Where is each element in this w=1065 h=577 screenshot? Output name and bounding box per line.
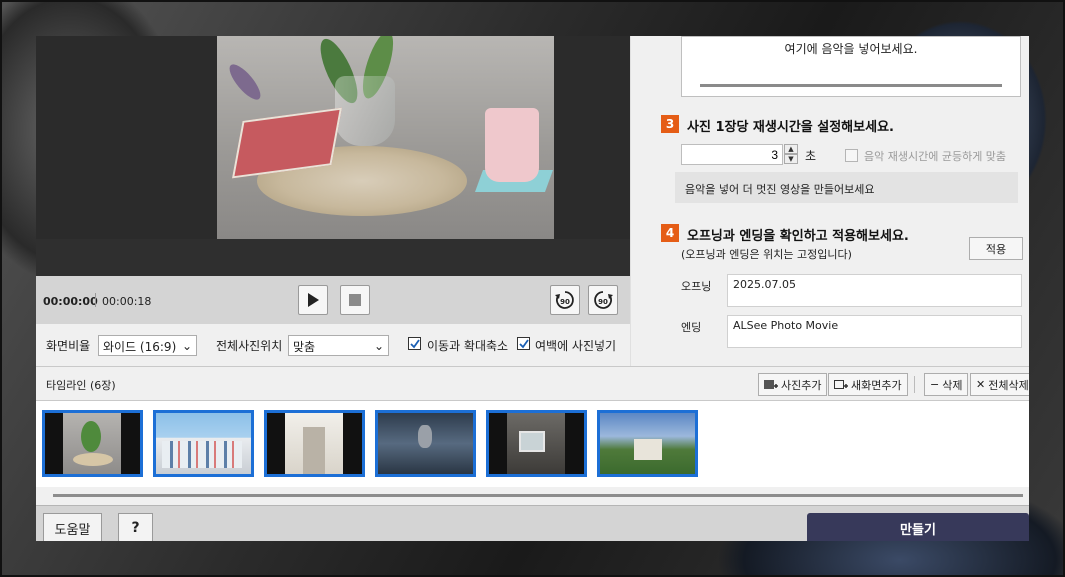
current-time: 00:00:00	[43, 295, 98, 308]
minus-icon: −	[930, 378, 940, 391]
aspect-ratio-select[interactable]: 와이드 (16:9) ⌄	[98, 335, 197, 356]
timeline-thumbnail[interactable]	[153, 410, 254, 477]
opening-ending-note: (오프닝과 엔딩은 위치는 고정입니다)	[681, 248, 852, 261]
ending-label: 엔딩	[681, 321, 702, 334]
play-icon	[308, 293, 319, 307]
photo-movie-window: 00:00:00 00:00:18 90 90 화면비율 와이드 (16:9) …	[36, 36, 1029, 541]
screen-border-top	[0, 0, 1065, 2]
step-3-badge: 3	[661, 115, 679, 133]
checkmark-icon	[409, 338, 420, 348]
checkmark-icon	[518, 338, 529, 348]
sync-music-checkbox[interactable]	[845, 149, 858, 162]
step-3-title: 사진 1장당 재생시간을 설정해보세요.	[687, 120, 894, 135]
photo-position-select[interactable]: 맞춤 ⌄	[288, 335, 389, 356]
display-options: 화면비율 와이드 (16:9) ⌄ 전체사진위치 맞춤 ⌄ 이동과 확대축소 여…	[36, 324, 630, 366]
stop-icon	[349, 294, 361, 306]
step-4-title: 오프닝과 엔딩을 확인하고 적용해보세요.	[687, 229, 909, 244]
timeline-thumbnail[interactable]	[375, 410, 476, 477]
glass-vase	[335, 76, 395, 146]
photo-position-label: 전체사진위치	[216, 339, 283, 353]
time-separator	[95, 293, 96, 307]
ending-field[interactable]: ALSee Photo Movie	[727, 315, 1022, 348]
help-button[interactable]: 도움말	[43, 513, 102, 541]
duration-decrease-button[interactable]: ▼	[784, 154, 798, 164]
timeline-thumbnail[interactable]	[486, 410, 587, 477]
add-photo-label: 사진추가	[781, 378, 822, 392]
sync-music-label: 음악 재생시간에 균등하게 맞춤	[864, 150, 1007, 163]
timeline-scroll-thumb[interactable]	[53, 494, 1023, 497]
delete-button[interactable]: − 삭제	[924, 373, 969, 396]
delete-all-button[interactable]: ✕ 전체삭제	[970, 373, 1029, 396]
duration-increase-button[interactable]: ▲	[784, 144, 798, 154]
plant-leaf	[224, 60, 266, 104]
timeline-strip	[36, 401, 1029, 487]
motion-zoom-checkbox[interactable]	[408, 337, 421, 350]
add-scene-icon	[834, 379, 848, 389]
close-icon: ✕	[976, 378, 986, 391]
settings-panel: 여기에 음악을 넣어보세요. 3 사진 1장당 재생시간을 설정해보세요. ▲ …	[630, 36, 1029, 366]
stop-button[interactable]	[340, 285, 370, 315]
fill-margin-label: 여백에 사진넣기	[535, 339, 617, 353]
chevron-down-icon: ⌄	[181, 339, 192, 353]
video-preview	[36, 36, 630, 276]
total-time: 00:00:18	[102, 295, 152, 308]
timeline-thumbnail[interactable]	[597, 410, 698, 477]
svg-text:90: 90	[560, 298, 570, 306]
motion-zoom-label: 이동과 확대축소	[427, 339, 509, 353]
step-4-badge: 4	[661, 224, 679, 242]
rotate-right-90-icon: 90	[594, 291, 613, 309]
add-photo-icon	[764, 379, 778, 389]
timeline-title: 타임라인 (6장)	[46, 379, 116, 392]
chevron-down-icon: ⌄	[373, 339, 384, 353]
add-scene-label: 새화면추가	[851, 378, 902, 392]
screen-border-left	[0, 0, 2, 577]
seconds-unit-label: 초	[805, 149, 817, 163]
toolbar-divider	[914, 376, 915, 393]
make-button[interactable]: 만들기	[807, 513, 1029, 541]
timeline-thumbnail[interactable]	[264, 410, 365, 477]
photo-position-value: 맞춤	[293, 340, 316, 354]
duration-input[interactable]	[681, 144, 783, 165]
playback-bar: 00:00:00 00:00:18 90 90	[36, 276, 630, 324]
music-scrollbar[interactable]	[700, 84, 1002, 87]
apply-button[interactable]: 적용	[969, 237, 1023, 260]
footer-bar: 도움말 ? 만들기	[36, 505, 1029, 541]
svg-text:90: 90	[598, 298, 608, 306]
rotate-right-button[interactable]: 90	[588, 285, 618, 315]
question-button[interactable]: ?	[118, 513, 153, 541]
timeline-scrollbar[interactable]	[36, 487, 1029, 505]
timeline-thumbnail[interactable]	[42, 410, 143, 477]
music-hint-text: 여기에 음악을 넣어보세요.	[784, 42, 918, 56]
play-button[interactable]	[298, 285, 328, 315]
preview-image	[217, 36, 554, 239]
music-drop-area[interactable]: 여기에 음악을 넣어보세요.	[681, 36, 1021, 97]
opening-field[interactable]: 2025.07.05	[727, 274, 1022, 307]
add-photo-button[interactable]: 사진추가	[758, 373, 828, 396]
aspect-ratio-label: 화면비율	[46, 339, 91, 353]
rotate-left-button[interactable]: 90	[550, 285, 580, 315]
add-scene-button[interactable]: 새화면추가	[828, 373, 908, 396]
aspect-ratio-value: 와이드 (16:9)	[103, 340, 177, 354]
preview-letterbox	[36, 239, 630, 276]
fill-margin-checkbox[interactable]	[517, 337, 530, 350]
rotate-left-90-icon: 90	[555, 291, 574, 309]
opening-label: 오프닝	[681, 280, 712, 293]
delete-label: 삭제	[942, 378, 963, 392]
delete-all-label: 전체삭제	[988, 378, 1029, 392]
music-info-banner: 음악을 넣어 더 멋진 영상을 만들어보세요	[675, 172, 1018, 203]
pink-mug	[485, 108, 539, 182]
timeline-toolbar: 타임라인 (6장) 사진추가 새화면추가 − 삭제 ✕ 전체삭제	[36, 366, 1029, 401]
